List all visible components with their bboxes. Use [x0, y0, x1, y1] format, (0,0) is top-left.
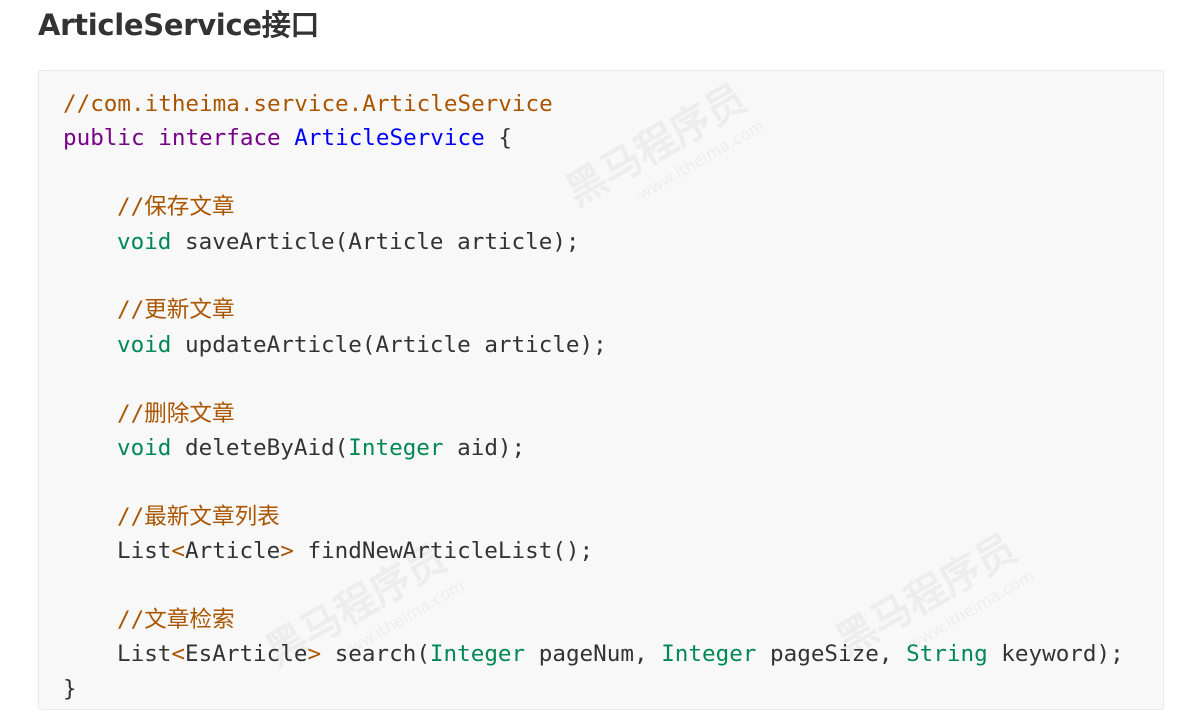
code-line: //com.itheima.service.ArticleService — [63, 87, 1124, 121]
open-brace: { — [498, 125, 512, 152]
paren-open: ( — [416, 641, 430, 668]
method-signature: List<Article> findNewArticleList(); — [63, 534, 1124, 568]
method-signature: void updateArticle(Article article); — [63, 328, 1124, 362]
param-type: Article — [348, 228, 444, 255]
generic-close: > — [307, 641, 322, 668]
return-type: void — [117, 434, 172, 461]
param-type: Integer — [429, 641, 526, 668]
paren-close: ); — [1096, 641, 1124, 668]
param-name: keyword — [1001, 641, 1097, 668]
paren-call: (); — [552, 538, 594, 565]
param-type: Integer — [348, 434, 444, 461]
return-type: List — [117, 641, 172, 668]
code-line: public interface ArticleService { — [63, 121, 1124, 155]
method-name: search — [334, 641, 417, 668]
paren-open: ( — [334, 434, 349, 461]
return-type: void — [117, 331, 172, 358]
method-name: saveArticle — [185, 228, 335, 255]
close-brace: } — [63, 675, 77, 702]
method-signature: void deleteByAid(Integer aid); — [63, 431, 1124, 465]
method-comment: //更新文章 — [117, 297, 235, 324]
code-line: //删除文章 — [63, 397, 1124, 431]
param-type: String — [906, 641, 988, 668]
code-block[interactable]: 黑马程序员 www.itheima.com 黑马程序员 www.itheima.co… — [38, 70, 1164, 710]
method-comment: //保存文章 — [117, 194, 235, 221]
method-signature: void saveArticle(Article article); — [63, 225, 1124, 259]
param-type: Article — [375, 331, 471, 358]
paren-open: ( — [334, 228, 349, 255]
generic-type: EsArticle — [185, 641, 308, 668]
generic-open: < — [171, 538, 186, 565]
param-name: article — [484, 331, 580, 358]
method-comment: //最新文章列表 — [117, 503, 280, 530]
method-signature: List<EsArticle> search(Integer pageNum, … — [117, 641, 1124, 668]
code-content: //com.itheima.service.ArticleService publ… — [63, 87, 1124, 706]
return-type: List — [117, 538, 172, 565]
code-line: //保存文章 — [63, 190, 1124, 224]
param-name: pageNum — [538, 641, 634, 668]
generic-type: Article — [185, 538, 281, 565]
interface-name: ArticleService — [294, 125, 485, 152]
method-name: updateArticle — [185, 331, 362, 358]
method-comment: //文章检索 — [117, 606, 235, 633]
section-heading: ArticleService接口 — [38, 8, 320, 42]
method-name: deleteByAid — [185, 434, 335, 461]
public-keyword: public — [63, 125, 145, 152]
paren-open: ( — [361, 331, 376, 358]
paren-close: ); — [552, 228, 580, 255]
code-line: //文章检索 — [63, 603, 1124, 637]
code-line: } — [63, 672, 1124, 706]
paren-close: ); — [497, 434, 526, 461]
param-type: Integer — [661, 641, 757, 668]
param-name: article — [457, 228, 553, 255]
method-comment: //删除文章 — [117, 400, 235, 427]
param-name: aid — [457, 434, 498, 461]
package-comment: //com.itheima.service.ArticleService — [63, 91, 553, 117]
paren-close: ); — [579, 331, 607, 358]
return-type: void — [117, 228, 172, 255]
method-name: findNewArticleList — [307, 538, 553, 565]
generic-close: > — [280, 538, 294, 565]
code-line: //更新文章 — [63, 293, 1124, 327]
param-name: pageSize — [770, 641, 879, 668]
generic-open: < — [171, 641, 186, 668]
interface-keyword: interface — [158, 125, 281, 152]
code-line: //最新文章列表 — [63, 500, 1124, 534]
